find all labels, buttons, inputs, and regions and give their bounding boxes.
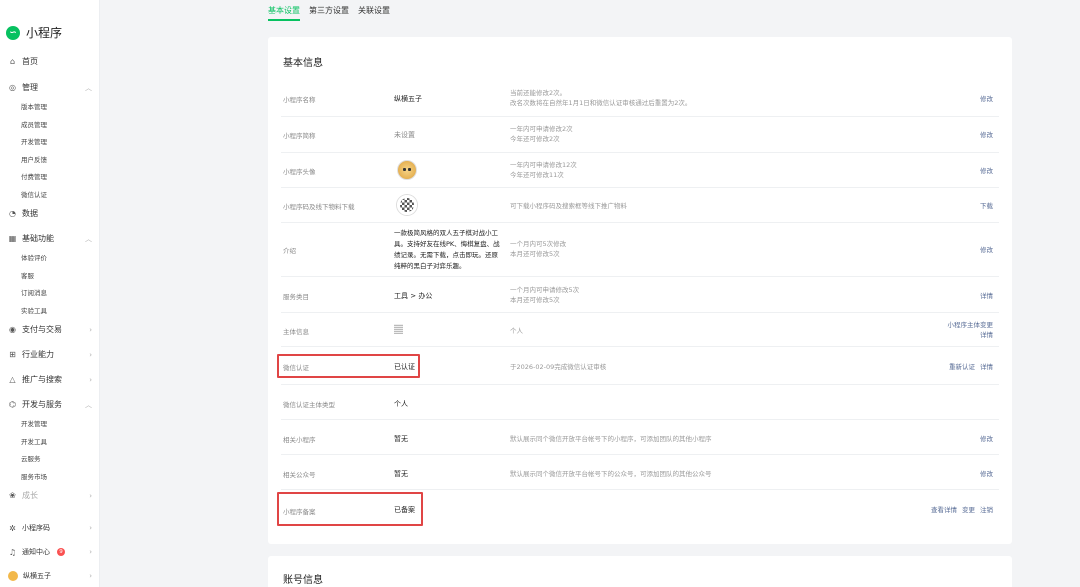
sidebar-item-qrcode[interactable]: ✲ 小程序码 › — [8, 523, 92, 533]
tab-basic-settings[interactable]: 基本设置 — [268, 5, 300, 21]
download-link[interactable]: 下载 — [980, 201, 993, 211]
row-subject: 主体信息 个人 小程序主体变更 详情 — [281, 313, 999, 347]
reverify-link[interactable]: 重新认证 — [949, 363, 975, 371]
row-related-official-account: 相关公众号 暂无 默认展示同个微信开放平台帐号下的公众号，可添加团队的其他公众号… — [281, 455, 999, 490]
edit-short-name-link[interactable]: 修改 — [980, 130, 993, 140]
highlight-record — [277, 492, 423, 526]
chevron-up-icon: ︿ — [85, 83, 92, 92]
settings-tabs: 基本设置 第三方设置 关联设置 — [268, 5, 390, 21]
chevron-right-icon: › — [89, 491, 92, 500]
sidebar-item-home[interactable]: ⌂ 首页 — [8, 56, 92, 67]
sidebar-subitem-payment[interactable]: 付费管理 — [21, 171, 47, 181]
sidebar-subitem-lab[interactable]: 实验工具 — [21, 305, 47, 315]
tab-third-party-settings[interactable]: 第三方设置 — [309, 5, 349, 21]
sidebar-subitem-service[interactable]: 客服 — [21, 270, 34, 280]
subject-icon — [394, 324, 403, 334]
chevron-right-icon: › — [89, 325, 92, 334]
sidebar-subitem-review[interactable]: 体验评价 — [21, 252, 47, 262]
sidebar-item-manage[interactable]: ◎ 管理 ︿ — [8, 82, 92, 93]
record-change-link[interactable]: 变更 — [962, 506, 975, 514]
sidebar-item-notify[interactable]: ♫ 通知中心 9 › — [8, 547, 92, 557]
sidebar-subitem-subscribe[interactable]: 订阅消息 — [21, 287, 47, 297]
chevron-right-icon: › — [89, 350, 92, 359]
sidebar: ∽ 小程序 ⌂ 首页 ◎ 管理 ︿ 版本管理 成员管理 开发管理 用户反馈 付费… — [0, 0, 100, 587]
row-name: 小程序名称 纵横五子 当前还能修改2次。 改名次数将在自然年1月1日和微信认证审… — [281, 80, 999, 117]
mini-program-logo-icon: ∽ — [6, 25, 20, 40]
verify-detail-link[interactable]: 详情 — [980, 363, 993, 371]
sidebar-item-data[interactable]: ◔ 数据 — [8, 208, 92, 219]
chevron-right-icon: › — [89, 572, 92, 580]
home-icon: ⌂ — [9, 57, 16, 66]
tab-related-settings[interactable]: 关联设置 — [358, 5, 390, 21]
sidebar-subitem-version[interactable]: 版本管理 — [21, 101, 47, 111]
edit-intro-link[interactable]: 修改 — [980, 245, 993, 255]
qrcode-icon: ✲ — [9, 523, 16, 533]
payment-icon: ◉ — [9, 325, 16, 334]
sidebar-item-basic[interactable]: ▦ 基础功能 ︿ — [8, 233, 92, 244]
sidebar-item-industry[interactable]: ⊞ 行业能力 › — [8, 349, 92, 360]
account-info-card: 账号信息 — [268, 556, 1012, 587]
sidebar-item-user[interactable]: 纵横五子 › — [8, 571, 92, 581]
app-name: 小程序 — [26, 26, 63, 40]
chevron-right-icon: › — [89, 375, 92, 384]
promote-icon: △ — [9, 375, 16, 384]
edit-name-link[interactable]: 修改 — [980, 94, 993, 104]
sidebar-subitem-dev-manage-2[interactable]: 开发管理 — [21, 418, 47, 428]
highlight-verify — [277, 354, 420, 378]
subject-detail-link[interactable]: 详情 — [948, 330, 993, 340]
chart-pie-icon: ◔ — [9, 209, 16, 218]
intro-text: 一款极简风格的双人五子棋对战小工 具。支持好友在线PK、悔棋复盘、战 绩记录。无… — [394, 229, 500, 270]
edit-avatar-link[interactable]: 修改 — [980, 166, 993, 176]
industry-icon: ⊞ — [9, 350, 16, 359]
grow-icon: ❀ — [9, 491, 16, 500]
subject-change-link[interactable]: 小程序主体变更 — [948, 320, 994, 330]
chevron-up-icon: ︿ — [85, 400, 92, 409]
sidebar-subitem-members[interactable]: 成员管理 — [21, 119, 47, 129]
avatar — [8, 571, 18, 581]
basic-info-card: 基本信息 小程序名称 纵横五子 当前还能修改2次。 改名次数将在自然年1月1日和… — [268, 37, 1012, 544]
row-short-name: 小程序简称 未设置 一年内可申请修改2次 今年还可修改2次 修改 — [281, 117, 999, 153]
row-intro: 介绍 一款极简风格的双人五子棋对战小工 具。支持好友在线PK、悔棋复盘、战 绩记… — [281, 223, 999, 277]
row-category: 服务类目 工具 > 办公 一个月内可申请修改5次 本月还可修改5次 详情 — [281, 277, 999, 313]
code-icon: ⌬ — [9, 400, 16, 409]
sidebar-item-pay[interactable]: ◉ 支付与交易 › — [8, 324, 92, 335]
sidebar-item-promote[interactable]: △ 推广与搜索 › — [8, 374, 92, 385]
edit-related-official-account-link[interactable]: 修改 — [980, 469, 993, 479]
sidebar-subitem-verify[interactable]: 微信认证 — [21, 189, 47, 199]
record-cancel-link[interactable]: 注销 — [980, 506, 993, 514]
chevron-right-icon: › — [89, 548, 92, 556]
bell-icon: ♫ — [8, 547, 17, 557]
chevron-up-icon: ︿ — [85, 234, 92, 243]
mini-program-code — [397, 195, 417, 215]
category-detail-link[interactable]: 详情 — [980, 291, 993, 301]
chevron-right-icon: › — [89, 524, 92, 532]
card-title: 基本信息 — [283, 58, 323, 69]
sidebar-item-dev[interactable]: ⌬ 开发与服务 ︿ — [8, 399, 92, 410]
settings-icon: ◎ — [9, 83, 16, 92]
sidebar-item-grow[interactable]: ❀ 成长 › — [8, 490, 92, 501]
edit-related-miniprogram-link[interactable]: 修改 — [980, 434, 993, 444]
sidebar-subitem-dev-manage[interactable]: 开发管理 — [21, 136, 47, 146]
app-logo[interactable]: ∽ 小程序 — [6, 24, 62, 41]
mini-program-avatar — [397, 160, 417, 180]
record-detail-link[interactable]: 查看详情 — [931, 506, 957, 514]
row-verify-type: 微信认证主体类型 个人 — [281, 385, 999, 420]
row-related-miniprogram: 相关小程序 暂无 默认展示同个微信开放平台帐号下的小程序，可添加团队的其他小程序… — [281, 420, 999, 455]
grid-icon: ▦ — [8, 234, 17, 243]
notify-badge: 9 — [57, 548, 65, 556]
sidebar-subitem-feedback[interactable]: 用户反馈 — [21, 154, 47, 164]
row-qrcode: 小程序码及线下物料下载 可下载小程序码及搜索框等线下推广物料 下载 — [281, 188, 999, 223]
sidebar-subitem-cloud[interactable]: 云服务 — [21, 453, 41, 463]
sidebar-subitem-dev-tools[interactable]: 开发工具 — [21, 436, 47, 446]
row-avatar: 小程序头像 一年内可申请修改12次 今年还可修改11次 修改 — [281, 153, 999, 188]
account-info-title: 账号信息 — [283, 575, 323, 586]
sidebar-subitem-market[interactable]: 服务市场 — [21, 471, 47, 481]
